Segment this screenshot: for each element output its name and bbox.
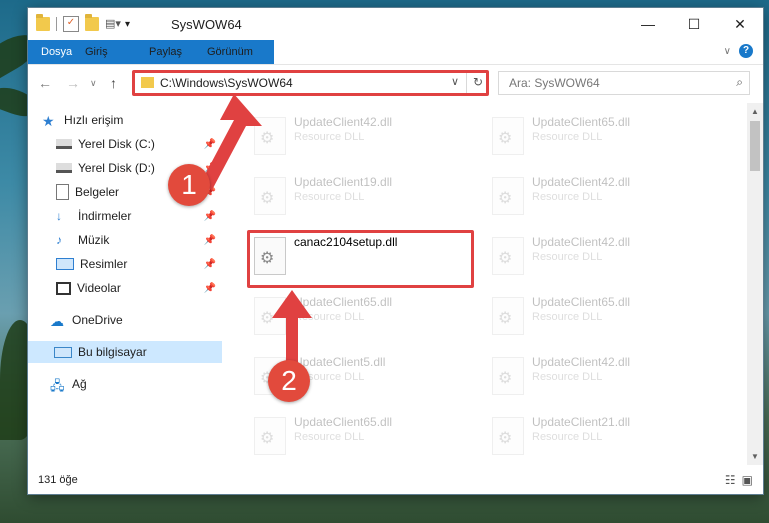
dll-file-icon	[254, 417, 286, 455]
customize-toolbar-icon[interactable]: ▾	[125, 19, 130, 30]
tab-view[interactable]: Görünüm	[197, 40, 263, 64]
dll-file-icon	[492, 417, 524, 455]
ribbon: Dosya Giriş Paylaş Görünüm ∨ ?	[28, 40, 763, 65]
help-icon[interactable]: ?	[739, 44, 753, 58]
computer-icon	[54, 346, 72, 358]
maximize-button[interactable]: ☐	[671, 8, 717, 40]
vertical-scrollbar[interactable]: ▲ ▼	[747, 103, 763, 465]
dll-file-icon	[492, 357, 524, 395]
expand-ribbon-icon[interactable]: ∨	[724, 46, 731, 57]
highlight-box-file	[247, 230, 474, 288]
pictures-icon	[56, 258, 74, 270]
file-item[interactable]: UpdateClient65.dll Resource DLL	[486, 111, 706, 163]
file-item[interactable]: UpdateClient42.dll Resource DLL	[486, 351, 706, 403]
drive-icon	[56, 163, 72, 173]
scrollbar-thumb[interactable]	[750, 121, 760, 171]
details-view-icon[interactable]: ☷	[725, 473, 736, 487]
file-item[interactable]: UpdateClient65.dll Resource DLL	[486, 291, 706, 343]
downloads-icon: ↓	[56, 209, 62, 223]
pin-icon[interactable]: 📌	[204, 235, 216, 246]
file-explorer-window: ✓ ▤▾ ▾ SysWOW64 — ☐ ✕ Dosya Giriş Paylaş…	[28, 8, 763, 494]
file-item[interactable]: UpdateClient42.dll Resource DLL	[486, 231, 706, 283]
forward-arrow-icon[interactable]: →	[66, 75, 80, 91]
step-badge-2: 2	[268, 360, 310, 402]
sidebar-item-this-pc[interactable]: Bu bilgisayar	[28, 341, 222, 363]
close-button[interactable]: ✕	[717, 8, 763, 40]
search-input[interactable]: Ara: SysWOW64 ⌕	[498, 71, 750, 95]
window-title: SysWOW64	[171, 17, 242, 32]
documents-icon	[56, 184, 69, 200]
search-placeholder: Ara: SysWOW64	[509, 76, 600, 90]
properties-icon[interactable]: ✓	[63, 16, 79, 32]
back-arrow-icon[interactable]: ←	[38, 75, 52, 91]
recent-locations-icon[interactable]: ∨	[90, 78, 97, 89]
large-icons-view-icon[interactable]: ▣	[742, 473, 753, 487]
drive-icon	[56, 139, 72, 149]
scroll-down-icon[interactable]: ▼	[751, 452, 759, 461]
tab-share[interactable]: Paylaş	[139, 40, 192, 64]
highlight-box-address	[132, 70, 489, 96]
pin-icon[interactable]: 📌	[204, 259, 216, 270]
sidebar-item-downloads[interactable]: ↓ İndirmeler 📌	[56, 205, 222, 227]
dll-file-icon	[492, 177, 524, 215]
cloud-icon: ☁	[50, 313, 64, 329]
sidebar-item-network[interactable]: 🖧 Ağ	[50, 373, 222, 395]
scroll-up-icon[interactable]: ▲	[751, 107, 759, 116]
search-icon: ⌕	[736, 75, 743, 89]
new-folder-icon[interactable]	[85, 14, 99, 31]
music-icon: ♪	[56, 233, 62, 247]
dll-file-icon	[492, 117, 524, 155]
quick-access-toolbar: ✓ ▤▾ ▾	[36, 14, 130, 32]
up-arrow-icon[interactable]: ↑	[110, 75, 117, 91]
view-options-icon[interactable]: ▤▾	[105, 17, 121, 31]
sidebar-item-music[interactable]: ♪ Müzik 📌	[56, 229, 222, 251]
navigation-bar: ← → ∨ ↑ C:\Windows\SysWOW64 ∨ ↻ Ara: Sys…	[28, 65, 763, 101]
sidebar-item-onedrive[interactable]: ☁ OneDrive	[50, 309, 222, 331]
file-item[interactable]: UpdateClient21.dll Resource DLL	[486, 411, 706, 463]
videos-icon	[56, 281, 71, 295]
dll-file-icon	[492, 297, 524, 335]
file-item[interactable]: UpdateClient19.dll Resource DLL	[248, 171, 468, 223]
sidebar-item-pictures[interactable]: Resimler 📌	[56, 253, 222, 275]
dll-file-icon	[492, 237, 524, 275]
tab-home[interactable]: Giriş	[75, 40, 118, 64]
minimize-button[interactable]: —	[625, 8, 671, 40]
item-count: 131 öğe	[38, 474, 78, 486]
step-badge-1: 1	[168, 164, 210, 206]
title-bar: ✓ ▤▾ ▾ SysWOW64 — ☐ ✕	[28, 8, 763, 40]
status-bar: 131 öğe ☷ ▣	[28, 468, 763, 494]
pin-icon[interactable]: 📌	[204, 283, 216, 294]
sidebar-item-videos[interactable]: Videolar 📌	[56, 277, 222, 299]
folder-icon	[36, 14, 50, 31]
file-item[interactable]: UpdateClient65.dll Resource DLL	[248, 411, 468, 463]
star-icon: ★	[42, 113, 55, 129]
file-item[interactable]: UpdateClient42.dll Resource DLL	[486, 171, 706, 223]
pin-icon[interactable]: 📌	[204, 211, 216, 222]
network-icon: 🖧	[50, 378, 65, 393]
file-item[interactable]: UpdateClient42.dll Resource DLL	[248, 111, 468, 163]
